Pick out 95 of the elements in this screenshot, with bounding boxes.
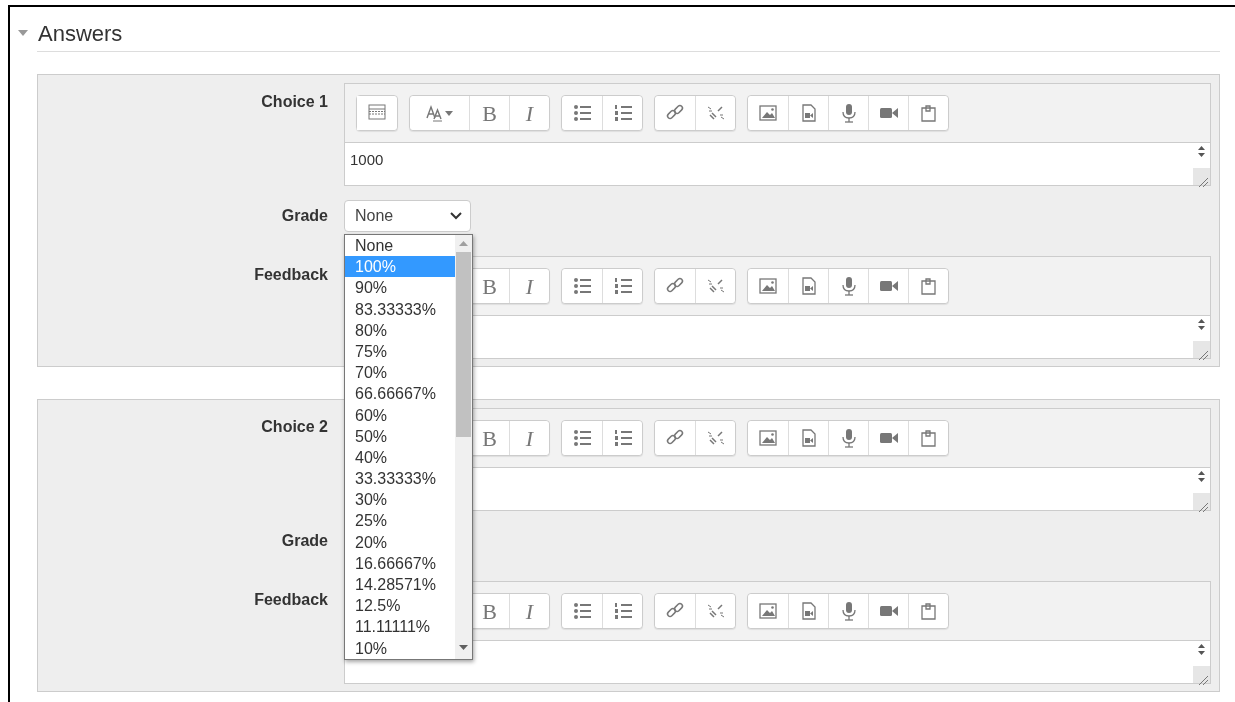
toolbar-button[interactable] [788,96,828,130]
field-label: Choice 1 [261,93,328,110]
dropdown-option[interactable]: 90% [345,277,455,299]
toolbar-button[interactable] [748,421,788,455]
dropdown-option[interactable]: 16.66667% [345,552,455,574]
toolbar-button[interactable] [828,421,868,455]
clipboard-icon [918,276,939,296]
bullet-list-icon [572,276,592,296]
toolbar-button[interactable] [748,594,788,628]
scrollbar[interactable] [455,235,472,659]
italic-button[interactable]: I [509,269,549,303]
field-label: Feedback [254,591,328,608]
toolbar-button[interactable] [828,594,868,628]
table-icon [367,103,387,123]
resize-handle[interactable] [1193,493,1210,510]
toolbar-button[interactable] [908,269,948,303]
toolbar-button[interactable] [748,269,788,303]
toolbar-button[interactable] [828,96,868,130]
dropdown-option[interactable]: None [345,235,455,257]
clipboard-icon [918,103,939,123]
field-label: Feedback [254,266,328,283]
dropdown-option[interactable]: 50% [345,425,455,447]
dropdown-option[interactable]: 10% [345,637,455,659]
toolbar-button[interactable] [655,269,695,303]
image-icon [758,276,778,296]
field-label: Grade [281,207,328,224]
toolbar-button[interactable] [602,594,642,628]
dropdown-option[interactable]: 12.5% [345,595,455,617]
toolbar-button[interactable] [602,269,642,303]
toolbar-button[interactable] [908,96,948,130]
scroll-down-icon[interactable] [459,645,468,650]
toolbar-button[interactable] [788,269,828,303]
toolbar-button[interactable] [602,96,642,130]
bold-button[interactable]: B [469,96,509,130]
toolbar-button[interactable] [908,594,948,628]
dropdown-option[interactable]: 11.11111% [345,616,455,638]
italic-button[interactable]: I [509,421,549,455]
toolbar-button[interactable] [655,421,695,455]
toolbar-button[interactable] [868,594,908,628]
toolbar-button[interactable] [562,594,602,628]
bullet-list-icon [572,428,592,448]
dropdown-option[interactable]: 25% [345,510,455,532]
collapse-arrow-icon[interactable] [17,29,29,37]
chevron-down-icon [450,212,462,220]
toolbar-button[interactable] [602,421,642,455]
toolbar-button[interactable] [410,96,469,130]
dropdown-option[interactable]: 75% [345,340,455,363]
numbered-list-icon [612,428,633,448]
toolbar-button[interactable] [908,421,948,455]
resize-handle[interactable] [1193,341,1210,358]
dropdown-option[interactable]: 66.66667% [345,383,455,405]
scroll-up-icon[interactable] [459,241,468,246]
toolbar-button[interactable] [655,594,695,628]
italic-button[interactable]: I [509,594,549,628]
dropdown-option[interactable]: 30% [345,489,455,511]
dropdown-option[interactable]: 33.33333% [345,468,455,490]
font-style-icon [424,103,455,123]
grade-select[interactable]: None [344,200,471,232]
toolbar-button[interactable] [828,269,868,303]
numbered-list-icon [612,601,633,621]
toolbar-button[interactable] [562,96,602,130]
editor-text: 1000 [350,151,384,168]
dropdown-option[interactable]: 83.33333% [345,298,455,320]
image-icon [758,103,778,123]
numbered-list-icon [612,103,633,123]
toolbar-button[interactable] [788,421,828,455]
toolbar-button[interactable] [868,96,908,130]
resize-handle[interactable] [1193,168,1210,185]
toolbar-button[interactable] [868,421,908,455]
dropdown-option[interactable]: 40% [345,446,455,469]
toolbar-button[interactable] [788,594,828,628]
numbered-list-icon [612,276,633,296]
image-icon [758,601,778,621]
italic-button[interactable]: I [509,96,549,130]
bullet-list-icon [572,103,592,123]
dropdown-option[interactable]: 70% [345,362,455,384]
dropdown-option[interactable]: 60% [345,404,455,426]
field-label: Choice 2 [261,418,328,435]
text-editor-field[interactable] [345,641,1210,683]
toolbar-button[interactable] [562,421,602,455]
dropdown-option[interactable]: 20% [345,531,455,553]
clipboard-icon [918,428,939,448]
section-title[interactable]: Answers [38,16,123,50]
toolbar-button[interactable] [868,269,908,303]
resize-handle[interactable] [1193,666,1210,683]
clipboard-icon [918,601,939,621]
image-icon [758,428,778,448]
text-editor-field[interactable]: 1000 [345,143,1210,185]
dropdown-option[interactable]: 14.28571% [345,574,455,596]
dropdown-option[interactable]: 80% [345,319,455,341]
toolbar-button[interactable] [655,96,695,130]
toolbar-button[interactable] [748,96,788,130]
toolbar-button[interactable] [562,269,602,303]
bullet-list-icon [572,601,592,621]
field-label: Grade [281,532,328,549]
